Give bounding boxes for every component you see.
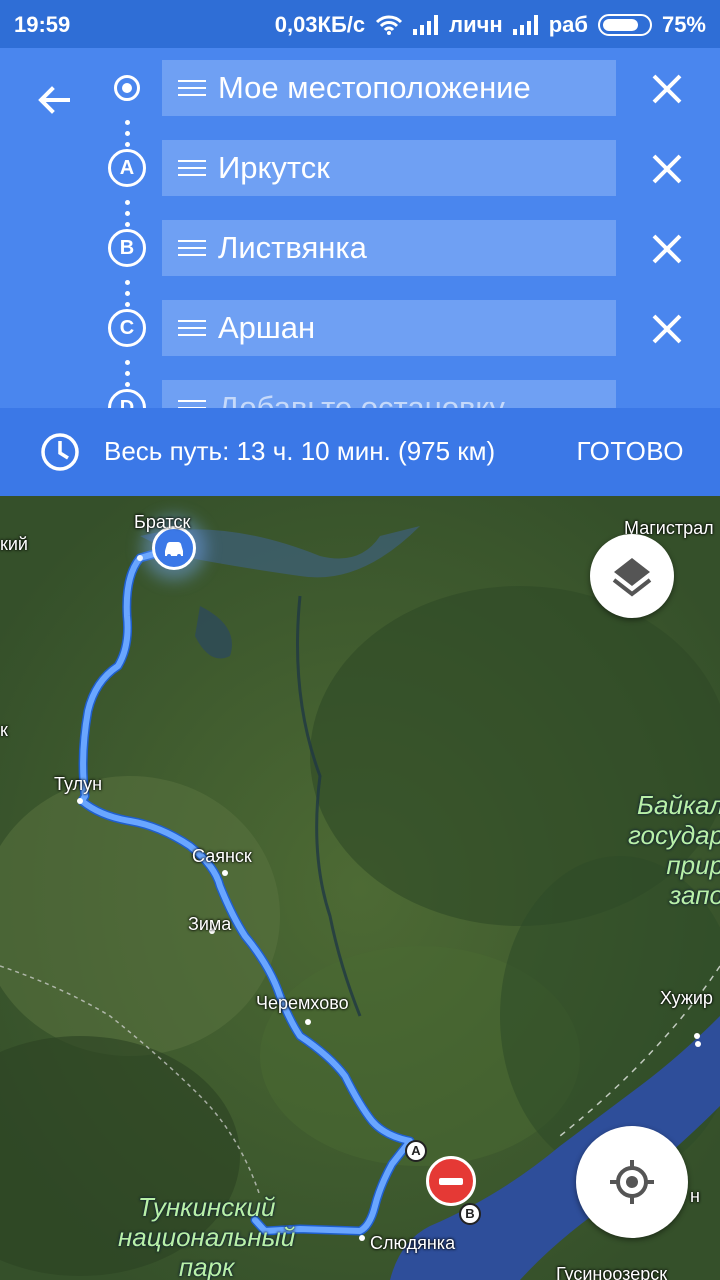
stop-label: Листвянка <box>218 230 367 265</box>
stop-label: Мое местоположение <box>218 70 531 105</box>
stop-field-origin[interactable]: Мое местоположение <box>162 60 616 116</box>
map-label-tunkinsky-park: Тункинский национальный парк <box>118 1192 295 1280</box>
preserve-line: Байкал <box>637 790 720 820</box>
stop-row-d: D Добавьте остановку <box>0 380 720 408</box>
park-line: Тункинский <box>137 1192 276 1222</box>
sim2-label: раб <box>548 12 588 37</box>
clock-icon <box>41 433 79 471</box>
route-summary-bar: Весь путь: 13 ч. 10 мин. (975 км) ГОТОВО <box>0 408 720 496</box>
signal-icon-1 <box>413 15 439 35</box>
map-view[interactable]: Братск кий Магистрал к Тулун Саянск Зима… <box>0 496 720 1280</box>
remove-stop-icon[interactable] <box>650 72 684 106</box>
battery-level: 75% <box>661 12 706 37</box>
map-label-gusinoozersk: Гусиноозерск <box>556 1264 668 1280</box>
add-stop-placeholder: Добавьте остановку <box>218 390 505 408</box>
sim1-label: личн <box>449 12 503 37</box>
remove-stop-icon[interactable] <box>650 312 684 346</box>
map-label-n: н <box>690 1186 700 1206</box>
battery-icon <box>597 14 652 36</box>
directions-panel: Мое местоположение A Иркутск B Листвянка… <box>0 48 720 408</box>
stop-field-c[interactable]: Аршан <box>162 300 616 356</box>
remove-stop-icon[interactable] <box>650 232 684 266</box>
signal-icon-2 <box>512 15 539 35</box>
map-label-zima: Зима <box>188 914 232 934</box>
remove-stop-icon[interactable] <box>650 152 684 186</box>
map-label-cheremkhovo: Черемхово <box>256 993 349 1013</box>
my-location-marker-icon <box>114 75 140 101</box>
preserve-line: запо <box>669 880 720 910</box>
stop-row-c: C Аршан <box>0 300 720 356</box>
waypoint-pin-a[interactable]: A <box>405 1140 427 1162</box>
status-icons: 0,03КБ/с личн раб 75% <box>275 12 706 38</box>
stop-marker-b: B <box>108 229 146 267</box>
park-line: национальный <box>118 1222 296 1252</box>
stop-marker-c: C <box>108 309 146 347</box>
map-label-slyudyanka: Слюдянка <box>370 1233 456 1253</box>
road-closed-icon[interactable] <box>426 1156 476 1206</box>
map-label-khuzhir: Хужир <box>660 988 713 1008</box>
stop-row-b: B Листвянка <box>0 220 720 276</box>
crosshair-icon <box>610 1160 654 1204</box>
wifi-icon <box>376 15 403 35</box>
stop-label: Иркутск <box>218 150 330 185</box>
map-label-k: к <box>0 720 8 740</box>
status-time: 19:59 <box>14 12 71 37</box>
stop-label: Аршан <box>218 310 316 345</box>
layers-icon <box>612 558 652 597</box>
map-label-tulun: Тулун <box>54 774 103 794</box>
done-button[interactable]: ГОТОВО <box>577 436 684 467</box>
network-speed: 0,03КБ/с <box>274 12 366 37</box>
stop-marker-a: A <box>108 149 146 187</box>
layers-button[interactable] <box>590 534 674 618</box>
stop-marker-d: D <box>108 389 146 408</box>
park-line: парк <box>178 1252 235 1280</box>
map-label-sayansk: Саянск <box>192 846 252 866</box>
drag-handle-icon[interactable] <box>178 400 206 408</box>
my-location-button[interactable] <box>576 1126 688 1238</box>
drag-handle-icon[interactable] <box>178 160 206 176</box>
add-stop-field[interactable]: Добавьте остановку <box>162 380 616 408</box>
preserve-line: прир <box>666 850 720 880</box>
map-label-kiy: кий <box>0 534 28 554</box>
drag-handle-icon[interactable] <box>178 80 206 96</box>
stop-field-a[interactable]: Иркутск <box>162 140 616 196</box>
stop-field-b[interactable]: Листвянка <box>162 220 616 276</box>
preserve-line: государ <box>628 820 720 850</box>
drag-handle-icon[interactable] <box>178 240 206 256</box>
map-label-baikal-preserve: Байкал государ прир запо <box>628 790 720 910</box>
stop-row-a: A Иркутск <box>0 140 720 196</box>
waypoint-pin-b[interactable]: B <box>459 1203 481 1225</box>
route-summary-text: Весь путь: 13 ч. 10 мин. (975 км) <box>104 436 496 466</box>
status-bar: 19:59 0,03КБ/с личн раб 75% <box>0 0 720 48</box>
map-label-bratsk: Братск <box>134 512 191 532</box>
drag-handle-icon[interactable] <box>178 320 206 336</box>
stop-row-origin: Мое местоположение <box>0 60 720 116</box>
